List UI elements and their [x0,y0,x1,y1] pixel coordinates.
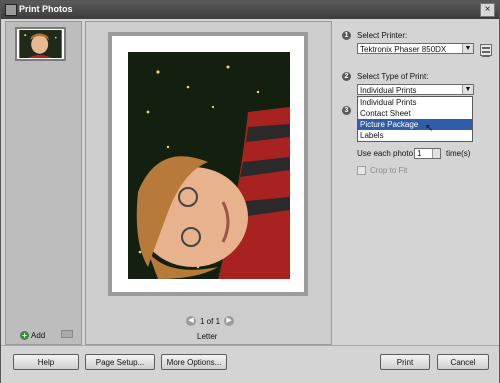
help-button[interactable]: Help [13,354,79,370]
preview-photo [128,52,290,279]
option-individual-prints[interactable]: Individual Prints [358,97,472,108]
remove-photo-button[interactable] [61,330,73,338]
thumbnail-image [19,30,62,58]
print-settings-panel: 1 Select Printer: Tektronix Phaser 850DX… [334,21,499,343]
crop-to-fit-checkbox: Crop to Fit [357,166,408,176]
page-setup-button[interactable]: Page Setup... [85,354,155,370]
button-bar: Help Page Setup... More Options... Print… [1,345,499,383]
use-each-photo-label: Use each photo [357,149,414,158]
option-picture-package[interactable]: Picture Package [358,119,472,130]
window-title: Print Photos [19,4,73,14]
print-button[interactable]: Print [380,354,430,370]
chevron-right-icon[interactable]: ▶ [224,316,235,326]
more-options-button[interactable]: More Options... [161,354,227,370]
use-each-photo-stepper[interactable]: 1 [414,148,441,159]
step-2-badge: 2 [342,72,351,81]
step-3-badge: 3 [342,106,351,115]
checkbox-icon [357,166,366,176]
page-indicator: 1 of 1 [200,316,221,326]
plus-icon: + [20,331,29,340]
use-each-value: 1 [417,149,422,158]
add-label: Add [31,330,46,340]
photo-tray: + Add [5,21,82,345]
page-navigator: ◀ 1 of 1 ▶ [186,316,235,326]
title-bar: Print Photos × [1,1,499,19]
print-type-dropdown-list: Individual Prints Contact Sheet Picture … [357,96,473,142]
cancel-button[interactable]: Cancel [437,354,489,370]
option-contact-sheet[interactable]: Contact Sheet [358,108,472,119]
times-label: time(s) [446,149,471,158]
add-photo-button[interactable]: + Add [20,331,45,340]
paper-size-label: Letter [197,332,218,341]
chevron-down-icon: ▼ [462,85,473,94]
select-printer-label: Select Printer: [357,31,408,40]
printer-properties-icon[interactable] [480,44,492,57]
paper-preview [108,32,308,296]
mouse-cursor-icon: ↖ [425,123,434,134]
printer-select[interactable]: Tektronix Phaser 850DX ▼ [357,43,474,54]
print-type-select[interactable]: Individual Prints ▼ [357,84,474,95]
boy-photo [128,52,290,279]
chevron-down-icon: ▼ [462,44,473,53]
printer-value: Tektronix Phaser 850DX [360,45,447,54]
stepper-arrows-icon[interactable] [432,149,440,158]
print-photos-icon [5,4,17,16]
print-photos-dialog: Print Photos × + Add ◀ 1 of 1 ▶ Letter 1… [0,0,500,383]
photo-thumbnail[interactable] [15,27,66,61]
print-type-value: Individual Prints [360,86,417,95]
print-preview-area: ◀ 1 of 1 ▶ Letter [85,21,332,345]
close-icon[interactable]: × [480,3,495,17]
select-print-type-label: Select Type of Print: [357,72,429,81]
step-1-badge: 1 [342,31,351,40]
crop-to-fit-label: Crop to Fit [370,166,408,175]
chevron-left-icon[interactable]: ◀ [186,316,196,326]
option-labels[interactable]: Labels [358,130,472,141]
